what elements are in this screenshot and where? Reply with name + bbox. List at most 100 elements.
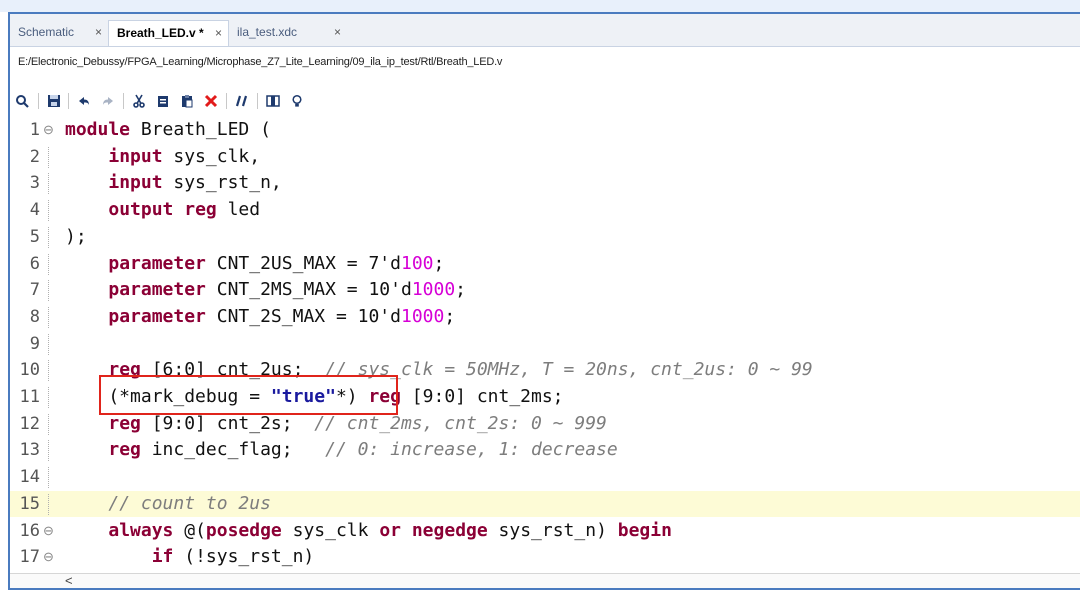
line-number: 9 <box>29 333 40 354</box>
fold-guide <box>48 493 49 515</box>
number-token: 1000 <box>400 305 445 327</box>
fold-guide <box>48 280 49 302</box>
code-token: CNT_2MS_MAX = 10'd <box>205 279 412 301</box>
line-number: 13 <box>19 440 40 461</box>
toolbar-separator <box>226 93 227 109</box>
code-line[interactable]: 4 output reg led <box>10 197 1080 224</box>
window-top-strip <box>0 0 1080 12</box>
close-icon[interactable]: × <box>95 20 102 44</box>
fold-guide <box>48 387 49 408</box>
keyword-token: negedge <box>411 519 488 541</box>
code-token: sys_rst_n) <box>487 519 618 541</box>
keyword-token: reg <box>184 199 217 221</box>
code-token: sys_clk <box>281 519 380 541</box>
fold-guide <box>48 173 49 195</box>
code-text: output reg led <box>65 197 260 224</box>
code-token: ; <box>455 279 467 301</box>
code-text: module Breath_LED ( <box>65 117 271 144</box>
undo-icon[interactable] <box>74 91 94 111</box>
fold-guide <box>48 226 49 248</box>
code-line[interactable]: 17 ⊖ if (!sys_rst_n) <box>10 544 1080 571</box>
keyword-token: output <box>108 199 174 221</box>
tab-breath-led[interactable]: Breath_LED.v * × <box>108 20 229 46</box>
copy-icon[interactable] <box>153 91 173 111</box>
fold-guide <box>48 360 49 382</box>
file-path: E:/Electronic_Debussy/FPGA_Learning/Micr… <box>18 56 503 68</box>
keyword-token: posedge <box>205 519 282 541</box>
window-bottom-strip <box>0 590 1080 601</box>
code-text: parameter CNT_2S_MAX = 10'd1000; <box>65 304 455 331</box>
line-number: 6 <box>29 253 40 274</box>
tab-bar: Schematic × Breath_LED.v * × ila_test.xd… <box>10 14 1080 47</box>
keyword-token: or <box>379 519 401 541</box>
column-select-icon[interactable] <box>263 91 283 111</box>
code-line[interactable]: 15 // count to 2us <box>10 490 1080 518</box>
tab-label: ila_test.xdc <box>237 25 298 39</box>
line-number: 1 <box>29 120 40 140</box>
code-line[interactable]: 13 reg inc_dec_flag; // 0: increase, 1: … <box>10 437 1080 464</box>
code-editor[interactable]: 1 ⊖ module Breath_LED (2 input sys_clk, 3 i… <box>10 117 1080 572</box>
tab-label: Schematic <box>18 25 75 39</box>
toolbar-separator <box>68 93 69 109</box>
code-line[interactable]: 16 ⊖ always @(posedge sys_clk or negedge … <box>10 518 1080 545</box>
hint-icon[interactable] <box>287 91 307 111</box>
keyword-token: reg <box>108 412 141 434</box>
fold-guide <box>48 200 49 222</box>
code-token: ; <box>444 305 456 327</box>
save-icon[interactable] <box>44 91 64 111</box>
code-line[interactable]: 8 parameter CNT_2S_MAX = 10'd1000; <box>10 304 1080 331</box>
tab-schematic[interactable]: Schematic × <box>10 20 108 46</box>
code-text: parameter CNT_2US_MAX = 7'd100; <box>65 251 444 278</box>
code-text: // count to 2us <box>65 491 271 518</box>
comment-icon[interactable] <box>232 91 252 111</box>
horizontal-scrollbar[interactable]: < <box>10 573 1080 588</box>
code-line[interactable]: 1 ⊖ module Breath_LED ( <box>10 117 1080 144</box>
code-line[interactable]: 7 parameter CNT_2MS_MAX = 10'd1000; <box>10 277 1080 304</box>
keyword-token: reg <box>108 439 141 461</box>
tab-ila-test[interactable]: ila_test.xdc × <box>229 20 347 46</box>
code-text: parameter CNT_2MS_MAX = 10'd1000; <box>65 277 466 304</box>
fold-toggle-icon[interactable]: ⊖ <box>43 518 54 545</box>
fold-toggle-icon[interactable]: ⊖ <box>43 544 54 571</box>
fold-guide <box>48 413 49 435</box>
close-icon[interactable]: × <box>215 21 222 45</box>
code-line[interactable]: 14 <box>10 464 1080 491</box>
code-line[interactable]: 3 input sys_rst_n, <box>10 170 1080 197</box>
cut-icon[interactable] <box>129 91 149 111</box>
close-icon[interactable]: × <box>334 20 341 44</box>
code-line[interactable]: 9 <box>10 331 1080 358</box>
toolbar-separator <box>123 93 124 109</box>
code-line[interactable]: 5); <box>10 224 1080 251</box>
code-line[interactable]: 2 input sys_clk, <box>10 144 1080 171</box>
fold-guide <box>48 333 49 355</box>
scroll-left-icon[interactable]: < <box>65 573 73 588</box>
code-token: [9:0] cnt_2ms; <box>400 386 564 407</box>
line-number: 12 <box>19 413 40 434</box>
keyword-token: parameter <box>108 305 206 327</box>
paste-icon[interactable] <box>177 91 197 111</box>
fold-toggle-icon[interactable]: ⊖ <box>43 117 54 144</box>
code-text: if (!sys_rst_n) <box>65 544 315 571</box>
code-token: ; <box>433 252 445 274</box>
code-token: led <box>216 199 261 221</box>
code-token: @( <box>173 519 206 541</box>
redo-icon[interactable] <box>98 91 118 111</box>
delete-icon[interactable] <box>201 91 221 111</box>
code-token: Breath_LED ( <box>130 119 271 140</box>
comment-token: // count to 2us <box>108 492 271 514</box>
code-line[interactable]: 6 parameter CNT_2US_MAX = 7'd100; <box>10 251 1080 278</box>
keyword-token: parameter <box>108 279 206 301</box>
code-text: input sys_clk, <box>65 144 260 171</box>
search-icon[interactable] <box>12 91 32 111</box>
code-text: ); <box>65 224 87 251</box>
